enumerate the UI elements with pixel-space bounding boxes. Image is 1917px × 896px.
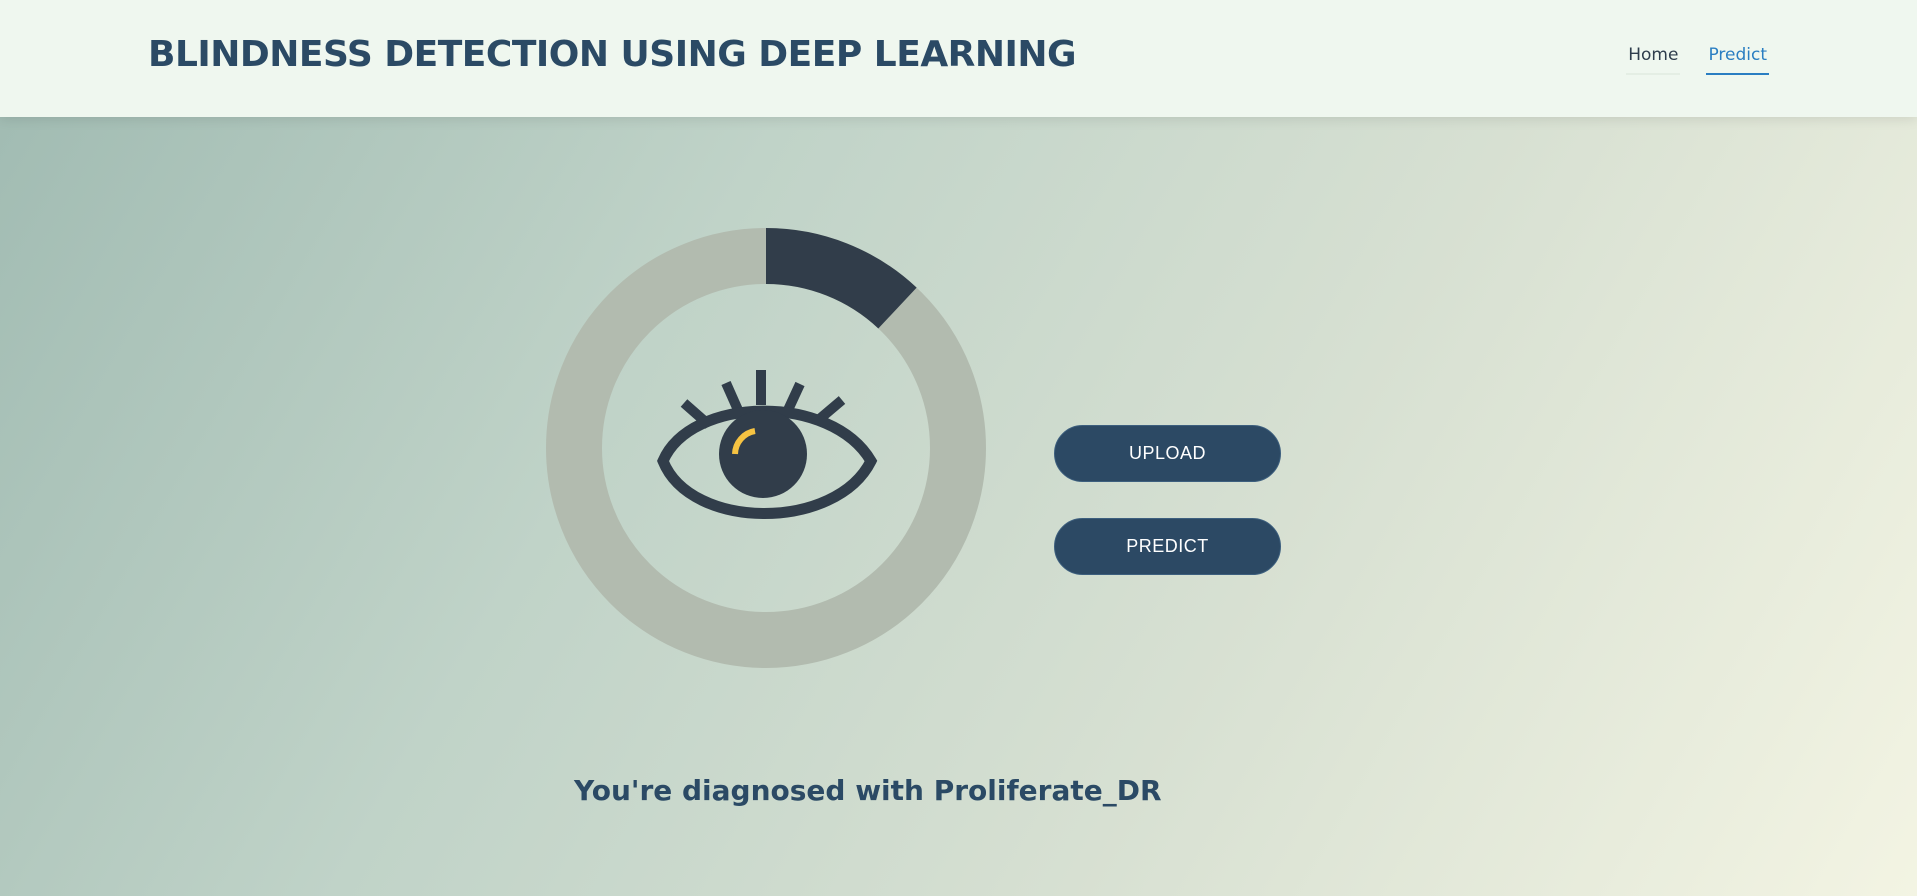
upload-button[interactable]: UPLOAD [1054,425,1281,482]
page: BLINDNESS DETECTION USING DEEP LEARNING … [0,0,1917,896]
predict-button[interactable]: PREDICT [1054,518,1281,575]
progress-ring [546,228,986,668]
site-title: BLINDNESS DETECTION USING DEEP LEARNING [148,34,1077,75]
nav-predict-link[interactable]: Predict [1706,45,1769,75]
nav-home-link[interactable]: Home [1626,45,1681,75]
diagnosis-result: You're diagnosed with Proliferate_DR [574,774,1162,807]
site-header: BLINDNESS DETECTION USING DEEP LEARNING … [0,0,1917,117]
main-nav: Home Predict [1626,45,1769,75]
eye-icon [657,370,878,519]
